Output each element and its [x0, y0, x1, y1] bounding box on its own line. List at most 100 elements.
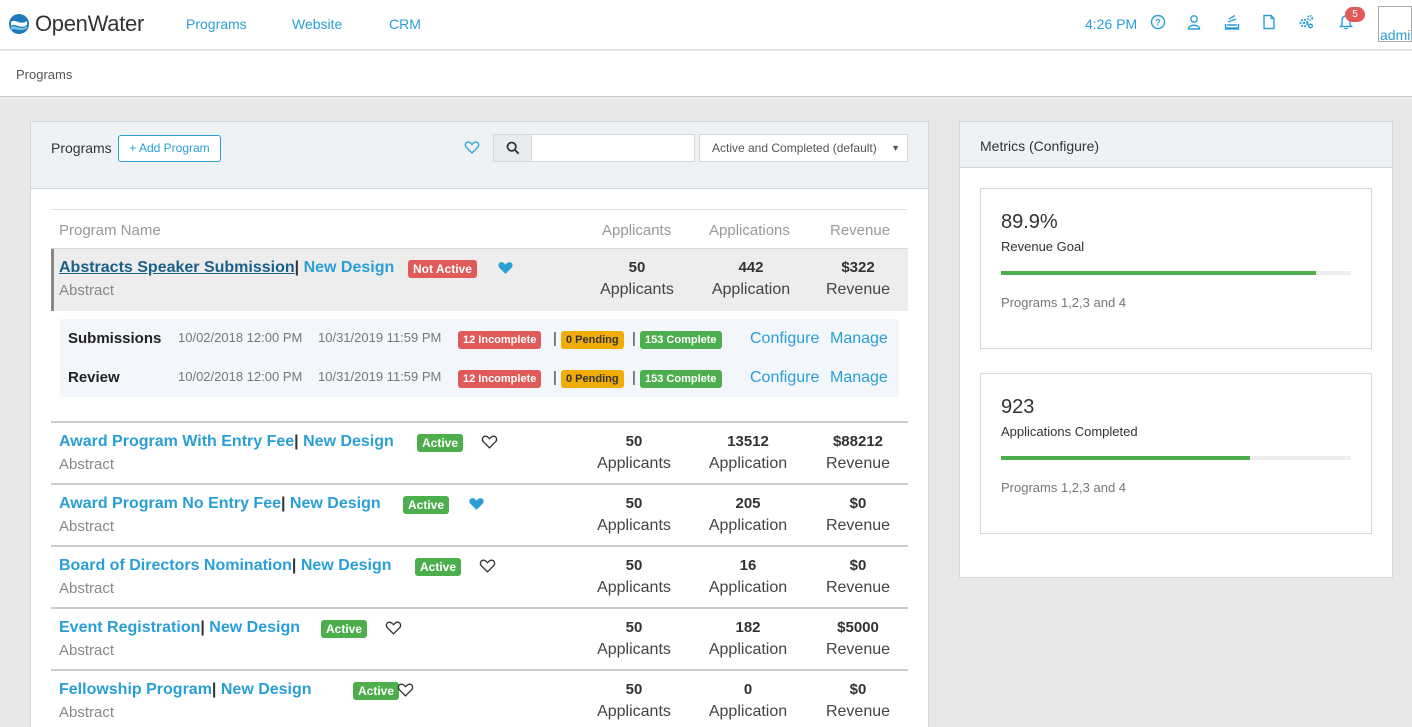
round-name: Review [68, 369, 120, 386]
nav-crm[interactable]: CRM [389, 16, 421, 32]
metric-label: Revenue Goal [1001, 239, 1085, 254]
favorite-heart-filled-icon[interactable] [497, 259, 515, 277]
metric-label: Applications Completed [1001, 424, 1138, 439]
program-name-link[interactable]: Board of Directors Nomination| New Desig… [59, 557, 392, 575]
configure-link[interactable]: Configure [750, 330, 819, 348]
favorite-heart-outline-icon[interactable] [385, 619, 403, 637]
complete-count-badge[interactable]: 153 Complete [640, 370, 722, 388]
avatar[interactable]: admi [1378, 6, 1412, 42]
favorites-filter-heart-icon[interactable] [464, 139, 480, 155]
separator: | [632, 369, 636, 386]
search-button[interactable] [493, 134, 531, 162]
user-icon[interactable] [1186, 14, 1204, 32]
program-name-link[interactable]: Event Registration| New Design [59, 619, 300, 637]
progress-fill [1001, 456, 1250, 460]
program-design-link[interactable]: New Design [303, 433, 394, 450]
top-navbar: OpenWater Programs Website CRM 4:26 PM ?… [0, 0, 1412, 50]
breadcrumb-programs[interactable]: Programs [16, 67, 72, 82]
avatar-alt-text: admi [1380, 27, 1411, 42]
status-badge: Active [353, 682, 400, 700]
round-row-review: Review 10/02/2018 12:00 PM 10/31/2019 11… [60, 358, 899, 397]
column-header-program-name[interactable]: Program Name [59, 222, 161, 239]
round-end-date: 10/31/2019 11:59 PM [318, 330, 442, 345]
openwater-logo-icon [9, 14, 29, 34]
status-badge: Active [321, 620, 368, 638]
status-badge: Active [417, 434, 464, 452]
separator: | [553, 330, 557, 347]
program-type: Abstract [59, 282, 115, 299]
favorite-heart-filled-icon[interactable] [468, 495, 486, 513]
incomplete-count-badge[interactable]: 12 Incomplete [458, 370, 542, 388]
table-row[interactable]: Abstracts Speaker Submission| New Design… [51, 249, 908, 311]
metric-value: 89.9% [1001, 211, 1058, 233]
programs-panel-header: Programs + Add Program Active and Comple… [31, 122, 928, 189]
notification-count-badge: 5 [1345, 7, 1365, 22]
clock-time: 4:26 PM [1085, 16, 1138, 32]
search-icon [506, 141, 519, 155]
progress-track [1001, 456, 1351, 460]
program-name-link[interactable]: Award Program With Entry Fee| New Design [59, 433, 394, 451]
svg-text:?: ? [1155, 18, 1161, 28]
table-row[interactable]: Fellowship Program| New Design Abstract … [51, 669, 908, 727]
program-name-link[interactable]: Award Program No Entry Fee| New Design [59, 495, 381, 513]
configure-link[interactable]: Configure [750, 369, 819, 387]
separator: | [632, 330, 636, 347]
caret-down-icon: ▼ [891, 143, 900, 153]
complete-count-badge[interactable]: 153 Complete [640, 331, 722, 349]
manage-link[interactable]: Manage [830, 330, 888, 348]
progress-fill [1001, 271, 1316, 275]
metric-card-revenue-goal: 89.9% Revenue Goal Programs 1,2,3 and 4 [980, 188, 1372, 349]
table-row[interactable]: Event Registration| New Design Abstract … [51, 607, 908, 669]
stack-icon[interactable] [1224, 14, 1242, 32]
pending-count-badge[interactable]: 0 Pending [561, 370, 624, 388]
brand-logo[interactable]: OpenWater [8, 10, 144, 38]
column-header-revenue[interactable]: Revenue [830, 222, 890, 239]
search-input[interactable] [531, 134, 695, 162]
nav-programs[interactable]: Programs [186, 16, 247, 32]
brand-name: OpenWater [35, 11, 144, 36]
metric-footer: Programs 1,2,3 and 4 [1001, 480, 1127, 495]
favorite-heart-outline-icon[interactable] [397, 681, 415, 699]
program-name-link[interactable]: Abstracts Speaker Submission| New Design [59, 259, 394, 277]
status-filter-select[interactable]: Active and Completed (default) ▼ [699, 134, 908, 162]
add-program-button[interactable]: + Add Program [118, 135, 221, 162]
pending-count-badge[interactable]: 0 Pending [561, 331, 624, 349]
table-row[interactable]: Award Program No Entry Fee| New Design A… [51, 483, 908, 545]
table-row[interactable]: Board of Directors Nomination| New Desig… [51, 545, 908, 607]
incomplete-count-badge[interactable]: 12 Incomplete [458, 331, 542, 349]
program-design-link[interactable]: New Design [221, 681, 312, 698]
document-icon[interactable] [1261, 14, 1279, 32]
program-design-link[interactable]: New Design [304, 259, 395, 276]
program-name-link[interactable]: Fellowship Program| New Design [59, 681, 312, 699]
favorite-heart-outline-icon[interactable] [481, 433, 499, 451]
metrics-panel-title[interactable]: Metrics (Configure) [980, 138, 1099, 154]
round-end-date: 10/31/2019 11:59 PM [318, 369, 442, 384]
nav-website[interactable]: Website [292, 16, 342, 32]
status-filter-value: Active and Completed (default) [712, 141, 877, 155]
program-type: Abstract [59, 642, 115, 659]
breadcrumb: Programs [0, 51, 1412, 97]
metric-footer: Programs 1,2,3 and 4 [1001, 295, 1127, 310]
column-header-applications[interactable]: Applications [709, 222, 790, 239]
program-type: Abstract [59, 456, 115, 473]
column-header-applicants[interactable]: Applicants [602, 222, 671, 239]
program-design-link[interactable]: New Design [209, 619, 300, 636]
help-icon[interactable]: ? [1150, 14, 1168, 32]
metric-value: 923 [1001, 396, 1035, 418]
table-row[interactable]: Award Program With Entry Fee| New Design… [51, 421, 908, 483]
round-start-date: 10/02/2018 12:00 PM [178, 369, 303, 384]
program-design-link[interactable]: New Design [290, 495, 381, 512]
cogs-icon[interactable] [1298, 14, 1316, 32]
metric-card-applications-completed: 923 Applications Completed Programs 1,2,… [980, 373, 1372, 534]
round-name: Submissions [68, 330, 162, 347]
program-type: Abstract [59, 704, 115, 721]
favorite-heart-outline-icon[interactable] [479, 557, 497, 575]
manage-link[interactable]: Manage [830, 369, 888, 387]
program-type: Abstract [59, 518, 115, 535]
status-badge: Active [415, 558, 462, 576]
program-design-link[interactable]: New Design [301, 557, 392, 574]
programs-panel-title: Programs [51, 140, 112, 156]
status-badge: Active [403, 496, 450, 514]
round-start-date: 10/02/2018 12:00 PM [178, 330, 303, 345]
round-row-submissions: Submissions 10/02/2018 12:00 PM 10/31/20… [60, 319, 899, 358]
